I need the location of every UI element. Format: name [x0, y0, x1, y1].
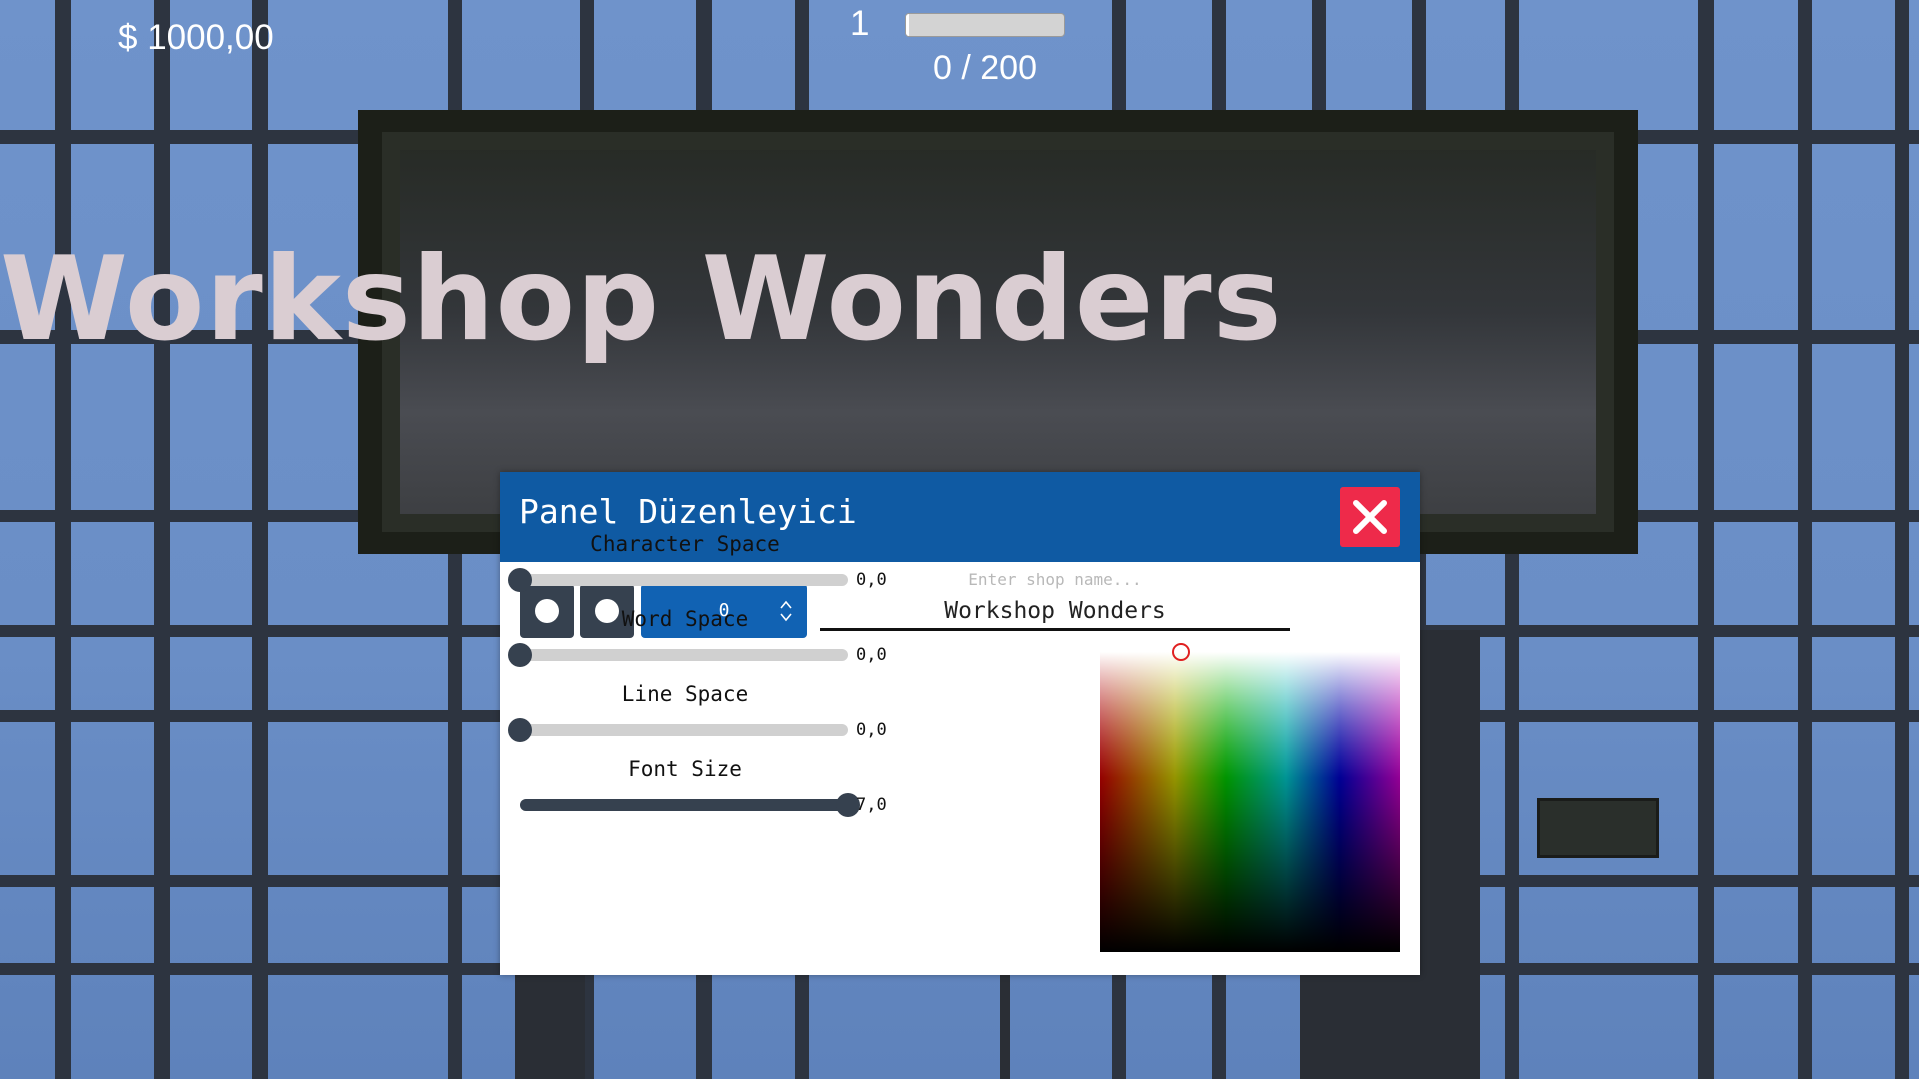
slider-track[interactable]	[508, 718, 848, 742]
slider-track[interactable]	[508, 643, 848, 667]
slider-label: Word Space	[621, 607, 749, 631]
xp-progress-bar	[905, 13, 1065, 37]
window-mullion	[1698, 0, 1714, 1079]
slider-fill	[520, 799, 848, 811]
color-picker[interactable]	[1100, 643, 1400, 952]
level-display: 1	[850, 4, 870, 43]
window-mullion	[55, 0, 71, 1079]
close-icon	[1353, 500, 1387, 534]
color-picker-cursor[interactable]	[1172, 643, 1190, 661]
slider-track[interactable]	[508, 568, 848, 592]
shop-name-input[interactable]: Workshop Wonders	[820, 594, 1290, 631]
panel-editor-dialog: Panel Düzenleyici 0 Enter shop name... W…	[500, 472, 1420, 975]
slider-handle[interactable]	[508, 718, 532, 742]
window-mullion	[154, 0, 170, 1079]
wall-box	[1537, 798, 1659, 858]
window-mullion	[1798, 0, 1812, 1079]
xp-progress-fill	[906, 14, 910, 36]
slider-value: 7,0	[856, 795, 887, 815]
slider-value: 0,0	[856, 645, 887, 665]
close-button[interactable]	[1340, 487, 1400, 547]
panel-title: Panel Düzenleyici	[519, 492, 857, 531]
door-frame	[1410, 630, 1480, 1079]
door-frame	[1300, 975, 1410, 1079]
slider-label: Line Space	[621, 682, 749, 706]
door-frame	[1000, 975, 1010, 1079]
slider-handle[interactable]	[508, 568, 532, 592]
door-frame	[515, 975, 585, 1079]
money-display: $ 1000,00	[118, 18, 274, 57]
slider-handle[interactable]	[508, 643, 532, 667]
slider-track[interactable]	[520, 793, 860, 817]
slider-label: Character Space	[590, 532, 780, 556]
window-mullion	[252, 0, 268, 1079]
xp-text: 0 / 200	[933, 49, 1037, 87]
slider-value: 0,0	[856, 570, 887, 590]
shop-sign-text: Workshop Wonders	[0, 232, 1283, 367]
slider-label: Font Size	[628, 757, 742, 781]
shop-name-placeholder: Enter shop name...	[968, 570, 1142, 589]
window-mullion	[1895, 0, 1909, 1079]
slider-value: 0,0	[856, 720, 887, 740]
